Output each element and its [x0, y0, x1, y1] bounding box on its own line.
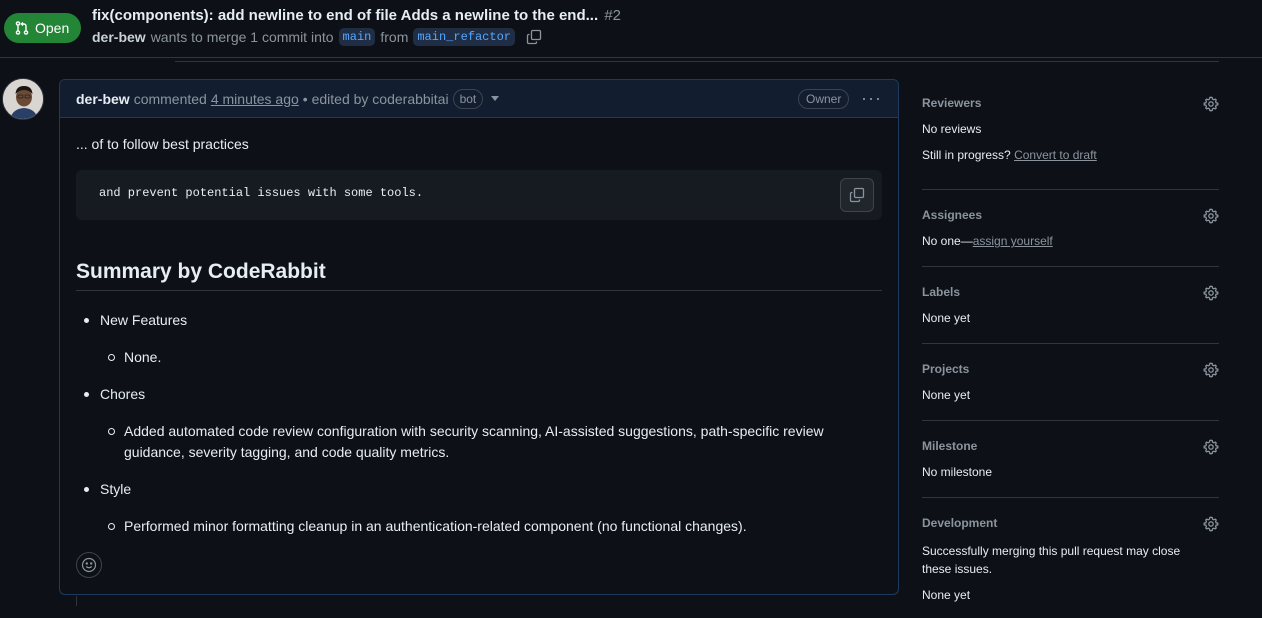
comment-header: der-bew commented 4 minutes ago • edited…	[60, 80, 898, 118]
milestone-value: No milestone	[922, 465, 993, 479]
tab-divider	[175, 61, 1219, 62]
base-branch[interactable]: main	[338, 28, 376, 46]
git-pull-request-icon	[15, 21, 29, 35]
pr-status-badge: Open	[4, 13, 82, 43]
gear-icon[interactable]	[1203, 96, 1219, 112]
comment-action: commented	[133, 90, 207, 107]
development-value: None yet	[922, 588, 971, 602]
bot-badge: bot	[452, 88, 484, 109]
sidebar: Reviewers No reviews Still in progress? …	[922, 90, 1219, 618]
draft-prompt: Still in progress? Convert to draft	[922, 148, 1097, 162]
avatar[interactable]	[2, 78, 44, 120]
code-block: and prevent potential issues with some t…	[76, 170, 882, 220]
comment-options-kebab-icon[interactable]: ···	[861, 89, 882, 107]
owner-badge: Owner	[798, 89, 850, 109]
assignees-none-text: No one—	[922, 234, 973, 248]
development-heading[interactable]: Development	[922, 516, 997, 530]
pr-title-text: fix(components): add newline to end of f…	[92, 7, 599, 24]
list-item: New Features None.	[76, 310, 882, 368]
sidebar-labels: Labels None yet	[922, 267, 1219, 344]
list-subitem: Performed minor formatting cleanup in an…	[100, 516, 882, 537]
list-item: Style Performed minor formatting cleanup…	[76, 479, 882, 537]
summary-list: New Features None. Chores Added automate…	[76, 310, 882, 553]
reviewers-heading[interactable]: Reviewers	[922, 96, 981, 110]
avatar-image	[3, 79, 43, 119]
summary-heading: Summary by CodeRabbit	[76, 260, 882, 291]
copy-icon[interactable]	[526, 29, 542, 45]
comment-author-link[interactable]: der-bew	[76, 91, 130, 107]
reviewers-value: No reviews	[922, 122, 982, 136]
development-description: Successfully merging this pull request m…	[922, 544, 1181, 576]
copy-code-button[interactable]	[840, 178, 874, 212]
comment-box: der-bew commented 4 minutes ago • edited…	[59, 79, 899, 595]
progress-text: Still in progress?	[922, 148, 1011, 162]
head-branch[interactable]: main_refactor	[413, 28, 515, 46]
list-item: Chores Added automated code review confi…	[76, 384, 882, 463]
milestone-heading[interactable]: Milestone	[922, 439, 977, 453]
projects-value: None yet	[922, 388, 971, 402]
pr-header: Open fix(components): add newline to end…	[0, 0, 1262, 58]
projects-heading[interactable]: Projects	[922, 362, 969, 376]
sidebar-reviewers: Reviewers No reviews Still in progress? …	[922, 90, 1219, 190]
comment-edited-text: • edited by coderabbitai	[302, 90, 449, 107]
assignees-heading[interactable]: Assignees	[922, 208, 982, 222]
copy-icon	[849, 187, 865, 203]
add-reaction-button[interactable]	[76, 552, 102, 578]
sidebar-projects: Projects None yet	[922, 344, 1219, 421]
list-item-label: New Features	[100, 312, 188, 328]
sidebar-milestone: Milestone No milestone	[922, 421, 1219, 498]
labels-heading[interactable]: Labels	[922, 285, 960, 299]
comment-timestamp-link[interactable]: 4 minutes ago	[211, 91, 299, 107]
pr-title: fix(components): add newline to end of f…	[92, 7, 621, 24]
pr-status-label: Open	[35, 20, 70, 36]
gear-icon[interactable]	[1203, 362, 1219, 378]
smiley-icon	[81, 557, 97, 573]
assignees-value: No one—assign yourself	[922, 234, 1053, 248]
pr-number: #2	[604, 7, 621, 24]
convert-to-draft-link[interactable]: Convert to draft	[1014, 148, 1097, 162]
labels-value: None yet	[922, 311, 971, 325]
list-subitem: Added automated code review configuratio…	[100, 421, 882, 463]
sidebar-assignees: Assignees No one—assign yourself	[922, 190, 1219, 267]
list-item-label: Chores	[100, 386, 146, 402]
list-subitem: None.	[100, 347, 882, 368]
code-text: and prevent potential issues with some t…	[99, 186, 424, 200]
merge-text: wants to merge 1 commit into	[150, 29, 334, 45]
gear-icon[interactable]	[1203, 516, 1219, 532]
timeline-line	[76, 596, 77, 606]
edit-history-chevron-down-icon[interactable]	[491, 96, 500, 101]
pr-author-link[interactable]: der-bew	[92, 29, 146, 45]
pr-merge-info: der-bew wants to merge 1 commit into mai…	[92, 28, 542, 46]
assign-yourself-link[interactable]: assign yourself	[973, 234, 1053, 248]
gear-icon[interactable]	[1203, 285, 1219, 301]
gear-icon[interactable]	[1203, 439, 1219, 455]
sidebar-development: Development Successfully merging this pu…	[922, 498, 1219, 618]
list-item-label: Style	[100, 481, 132, 497]
from-text: from	[380, 29, 409, 45]
comment-intro-text: ... of to follow best practices	[76, 136, 249, 152]
gear-icon[interactable]	[1203, 208, 1219, 224]
